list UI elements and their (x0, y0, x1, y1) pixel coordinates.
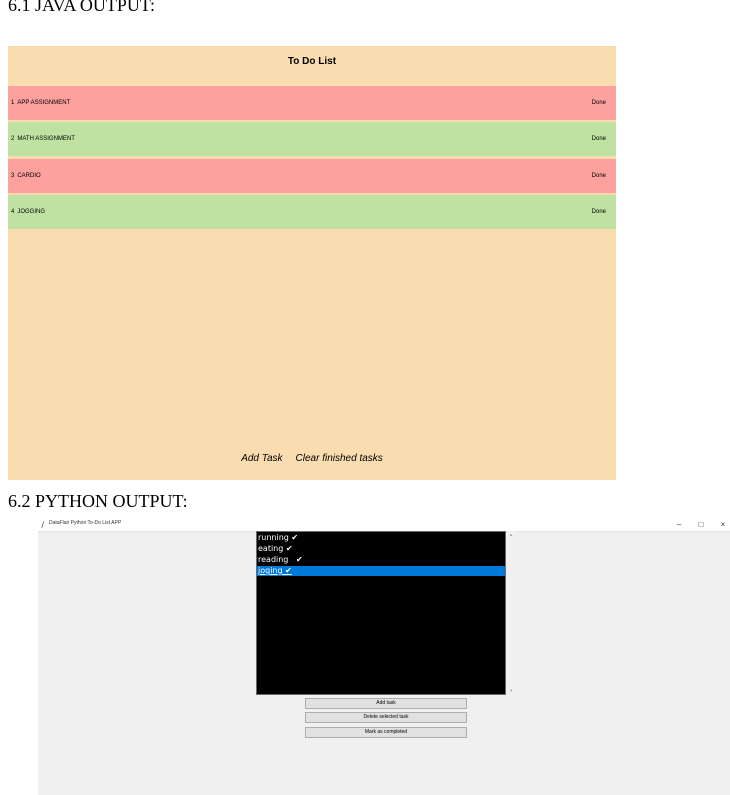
list-item[interactable]: eating ✔ (257, 544, 505, 554)
java-output-heading: 6.1 JAVA OUTPUT: (8, 0, 155, 15)
task-name: JOGGING (17, 209, 46, 215)
delete-selected-task-button[interactable]: Delete selected task (305, 712, 467, 723)
java-title: To Do List (287, 56, 337, 67)
list-item[interactable]: reading ✔ (257, 555, 505, 565)
task-name: MATH ASSIGNMENT (17, 136, 75, 142)
add-task-button[interactable]: Add Task (241, 453, 282, 464)
feather-icon (41, 521, 44, 528)
minimize-button[interactable]: – (672, 518, 686, 531)
java-todo-window: To Do List 1 APP ASSIGNMENT Done 2 MATH … (8, 46, 616, 480)
maximize-button[interactable]: □ (694, 518, 708, 531)
task-number: 1 (11, 100, 15, 106)
task-row: 3 CARDIO Done (8, 159, 616, 193)
done-button[interactable]: Done (592, 100, 606, 106)
task-number: 3 (11, 173, 15, 179)
task-name: CARDIO (17, 173, 41, 179)
task-listbox[interactable]: running ✔ eating ✔ reading ✔ joging ✔ (256, 531, 506, 695)
task-row: 1 APP ASSIGNMENT Done (8, 86, 616, 120)
done-button[interactable]: Done (592, 173, 606, 179)
close-button[interactable]: × (716, 518, 730, 531)
clear-finished-button[interactable]: Clear finished tasks (296, 453, 383, 464)
task-row: 2 MATH ASSIGNMENT Done (8, 122, 616, 156)
done-button[interactable]: Done (592, 209, 606, 215)
add-task-button[interactable]: Add task (305, 698, 467, 709)
list-item[interactable]: running ✔ (257, 533, 505, 543)
task-number: 4 (11, 209, 15, 215)
python-todo-window: DataFlair Python To-Do List APP – □ × ru… (38, 518, 730, 795)
task-number: 2 (11, 136, 15, 142)
list-item[interactable]: joging ✔ (257, 566, 505, 576)
scroll-up-arrow-icon[interactable]: ▲ (508, 532, 514, 538)
mark-as-completed-button[interactable]: Mark as completed (305, 727, 467, 738)
python-output-heading: 6.2 PYTHON OUTPUT: (8, 491, 188, 511)
title-bar: DataFlair Python To-Do List APP – □ × (38, 518, 730, 532)
task-row: 4 JOGGING Done (8, 195, 616, 229)
task-name: APP ASSIGNMENT (17, 100, 71, 106)
java-action-bar: Add Task Clear finished tasks (8, 453, 616, 464)
done-button[interactable]: Done (592, 136, 606, 142)
listbox-scrollbar[interactable]: ▲ ▼ (507, 531, 515, 695)
scroll-down-arrow-icon[interactable]: ▼ (508, 688, 514, 694)
window-title: DataFlair Python To-Do List APP (49, 520, 122, 526)
